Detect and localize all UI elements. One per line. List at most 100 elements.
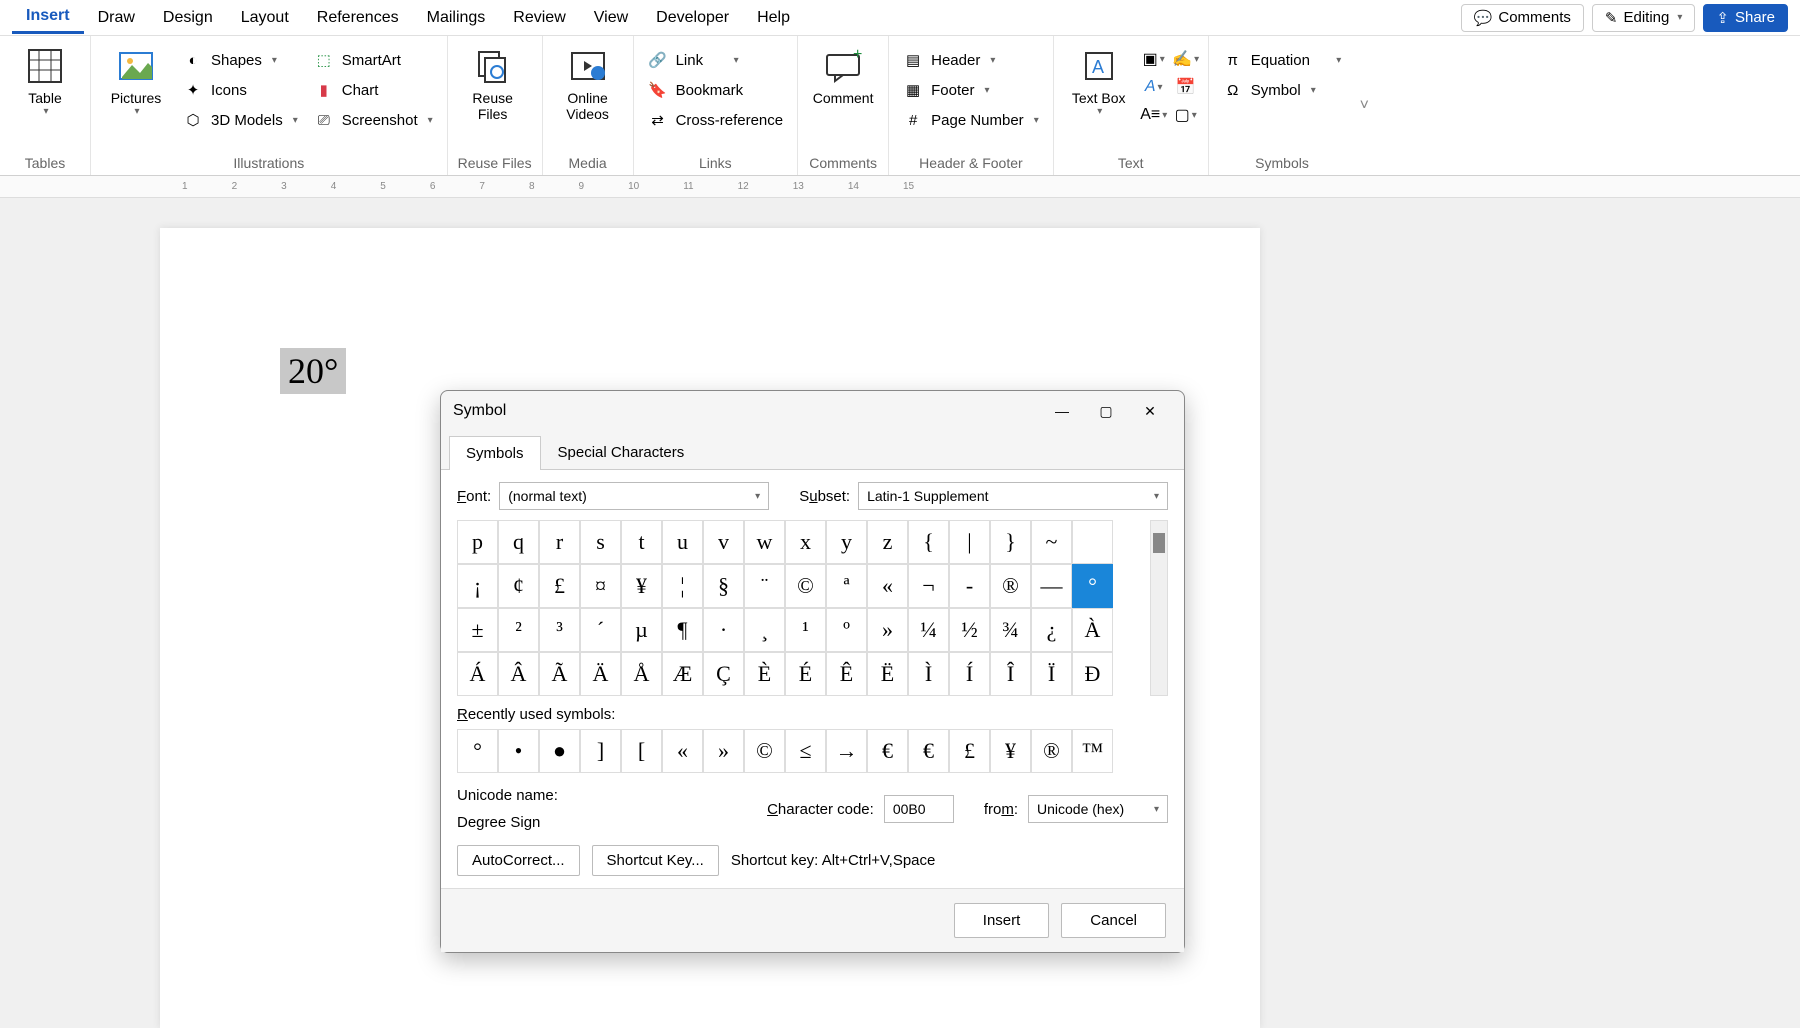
comments-button[interactable]: 💬 Comments — [1461, 4, 1584, 32]
screenshot-button[interactable]: ⎚Screenshot▾ — [310, 108, 437, 132]
symbol-cell[interactable]: ± — [457, 608, 498, 652]
pagenumber-button[interactable]: #Page Number▾ — [899, 108, 1043, 132]
symbol-cell[interactable]: Ç — [703, 652, 744, 696]
recent-symbol-cell[interactable]: € — [867, 729, 908, 773]
symbol-cell[interactable]: « — [867, 564, 908, 608]
minimize-button[interactable]: ― — [1040, 397, 1084, 425]
dropcap-button[interactable]: A≡▾ — [1142, 106, 1166, 124]
recent-symbol-cell[interactable]: ® — [1031, 729, 1072, 773]
tab-design[interactable]: Design — [149, 3, 227, 33]
tab-layout[interactable]: Layout — [227, 3, 303, 33]
grid-scrollbar[interactable] — [1150, 520, 1168, 696]
pictures-button[interactable]: Pictures ▾ — [101, 42, 171, 121]
symbol-cell[interactable]: Ï — [1031, 652, 1072, 696]
symbol-cell[interactable]: Đ — [1072, 652, 1113, 696]
textbox-button[interactable]: A Text Box ▾ — [1064, 42, 1134, 121]
recent-symbol-cell[interactable]: ° — [457, 729, 498, 773]
tab-insert[interactable]: Insert — [12, 1, 84, 34]
chart-button[interactable]: ▮Chart — [310, 78, 437, 102]
tab-review[interactable]: Review — [499, 3, 579, 33]
recent-symbol-cell[interactable]: £ — [949, 729, 990, 773]
symbol-cell[interactable]: Á — [457, 652, 498, 696]
symbol-cell[interactable]: ¦ — [662, 564, 703, 608]
symbol-cell[interactable]: | — [949, 520, 990, 564]
symbol-cell[interactable]: ~ — [1031, 520, 1072, 564]
tab-mailings[interactable]: Mailings — [413, 3, 500, 33]
recent-symbol-cell[interactable]: → — [826, 729, 867, 773]
tab-view[interactable]: View — [580, 3, 642, 33]
subset-combo[interactable]: Latin-1 Supplement ▾ — [858, 482, 1168, 510]
symbol-cell[interactable]: µ — [621, 608, 662, 652]
symbol-cell[interactable]: £ — [539, 564, 580, 608]
recent-symbol-cell[interactable]: ] — [580, 729, 621, 773]
online-videos-button[interactable]: Online Videos — [553, 42, 623, 126]
symbol-cell[interactable]: ½ — [949, 608, 990, 652]
symbol-cell[interactable]: Â — [498, 652, 539, 696]
recent-symbol-cell[interactable]: ¥ — [990, 729, 1031, 773]
symbol-cell[interactable]: Î — [990, 652, 1031, 696]
recent-symbol-cell[interactable]: © — [744, 729, 785, 773]
quickparts-button[interactable]: ▣▾ — [1142, 50, 1166, 68]
symbol-cell[interactable]: u — [662, 520, 703, 564]
crossref-button[interactable]: ⇄Cross-reference — [644, 108, 788, 132]
symbol-cell[interactable]: À — [1072, 608, 1113, 652]
from-combo[interactable]: Unicode (hex) ▾ — [1028, 795, 1168, 823]
symbol-cell[interactable]: ¹ — [785, 608, 826, 652]
tab-special-characters[interactable]: Special Characters — [541, 435, 702, 469]
symbol-cell[interactable]: q — [498, 520, 539, 564]
symbol-cell[interactable]: ´ — [580, 608, 621, 652]
symbol-cell[interactable]: — — [1031, 564, 1072, 608]
symbol-cell[interactable] — [1072, 520, 1113, 564]
reuse-files-button[interactable]: Reuse Files — [458, 42, 528, 126]
icons-button[interactable]: ✦Icons — [179, 78, 302, 102]
link-button[interactable]: 🔗Link ▾ — [644, 48, 788, 72]
editing-button[interactable]: ✎ Editing ▾ — [1592, 4, 1695, 32]
maximize-button[interactable]: ▢ — [1084, 397, 1128, 425]
symbol-cell[interactable]: ³ — [539, 608, 580, 652]
signature-button[interactable]: ✍▾ — [1174, 50, 1198, 68]
symbol-cell[interactable]: - — [949, 564, 990, 608]
symbol-cell[interactable]: ° — [1072, 564, 1113, 608]
insert-button[interactable]: Insert — [954, 903, 1050, 938]
symbol-cell[interactable]: § — [703, 564, 744, 608]
symbol-cell[interactable]: Ã — [539, 652, 580, 696]
recent-symbol-cell[interactable]: ● — [539, 729, 580, 773]
comment-button[interactable]: + Comment — [808, 42, 878, 110]
symbol-cell[interactable]: ¢ — [498, 564, 539, 608]
symbol-cell[interactable]: Ë — [867, 652, 908, 696]
datetime-button[interactable]: 📅 — [1174, 78, 1198, 96]
charcode-input[interactable] — [884, 795, 954, 823]
tab-developer[interactable]: Developer — [642, 3, 743, 33]
tab-references[interactable]: References — [303, 3, 413, 33]
3dmodels-button[interactable]: ⬡3D Models▾ — [179, 108, 302, 132]
symbol-cell[interactable]: p — [457, 520, 498, 564]
table-button[interactable]: Table ▾ — [10, 42, 80, 121]
recent-symbol-cell[interactable]: • — [498, 729, 539, 773]
recent-symbol-cell[interactable]: » — [703, 729, 744, 773]
symbol-cell[interactable]: ® — [990, 564, 1031, 608]
autocorrect-button[interactable]: AutoCorrect... — [457, 845, 580, 876]
symbol-cell[interactable]: Å — [621, 652, 662, 696]
recent-symbol-cell[interactable]: ≤ — [785, 729, 826, 773]
recent-symbol-cell[interactable]: € — [908, 729, 949, 773]
symbol-cell[interactable]: º — [826, 608, 867, 652]
symbol-cell[interactable]: ¬ — [908, 564, 949, 608]
symbol-cell[interactable]: È — [744, 652, 785, 696]
symbol-cell[interactable]: ¿ — [1031, 608, 1072, 652]
symbol-cell[interactable]: ¾ — [990, 608, 1031, 652]
symbol-cell[interactable]: s — [580, 520, 621, 564]
symbol-cell[interactable]: » — [867, 608, 908, 652]
symbol-cell[interactable]: ª — [826, 564, 867, 608]
scrollbar-thumb[interactable] — [1153, 533, 1165, 553]
symbol-cell[interactable]: ² — [498, 608, 539, 652]
symbol-cell[interactable]: Ê — [826, 652, 867, 696]
selected-text[interactable]: 20° — [280, 348, 346, 394]
footer-button[interactable]: ▦Footer▾ — [899, 78, 1043, 102]
symbol-cell[interactable]: r — [539, 520, 580, 564]
symbol-cell[interactable]: ¨ — [744, 564, 785, 608]
equation-button[interactable]: πEquation ▾ — [1219, 48, 1346, 72]
symbol-cell[interactable]: x — [785, 520, 826, 564]
tab-draw[interactable]: Draw — [84, 3, 149, 33]
symbol-cell[interactable]: © — [785, 564, 826, 608]
symbol-button[interactable]: ΩSymbol▾ — [1219, 78, 1346, 102]
